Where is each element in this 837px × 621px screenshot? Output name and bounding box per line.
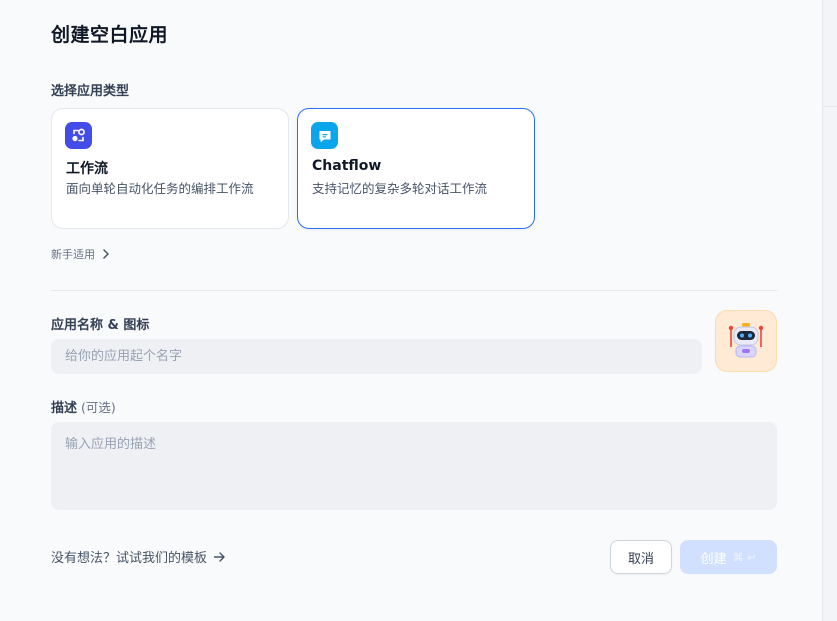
chat-bubble-icon xyxy=(311,122,338,149)
background-panel-edge xyxy=(822,0,837,621)
description-label: 描述 (可选) xyxy=(51,397,116,416)
app-type-card-chatflow[interactable]: Chatflow 支持记忆的复杂多轮对话工作流 xyxy=(297,108,535,229)
app-type-label: 选择应用类型 xyxy=(51,84,130,99)
chevron-right-icon xyxy=(103,249,109,259)
create-button-label: 创建 xyxy=(700,551,727,567)
app-type-title: 工作流 xyxy=(66,161,108,177)
arrow-right-icon xyxy=(213,551,225,562)
app-icon-picker[interactable] xyxy=(715,310,777,372)
beginner-toggle[interactable]: 新手适用 xyxy=(51,246,111,262)
template-link[interactable]: 没有想法？试试我们的模板 xyxy=(51,547,226,566)
app-name-label: 应用名称 & 图标 xyxy=(51,318,150,333)
beginner-label: 新手适用 xyxy=(51,248,95,261)
dialog-title: 创建空白应用 xyxy=(51,24,169,46)
description-input[interactable] xyxy=(51,422,777,510)
description-label-text: 描述 xyxy=(51,401,78,416)
app-type-card-workflow[interactable]: 工作流 面向单轮自动化任务的编排工作流 xyxy=(51,108,289,229)
keyboard-shortcut-hint: ⌘ ↵ xyxy=(732,550,757,564)
app-name-input[interactable] xyxy=(51,339,702,374)
template-link-label: 没有想法？试试我们的模板 xyxy=(51,551,208,566)
optional-hint: (可选) xyxy=(81,400,116,415)
app-type-description: 支持记忆的复杂多轮对话工作流 xyxy=(312,181,488,196)
app-type-title: Chatflow xyxy=(312,158,382,174)
robot-icon xyxy=(728,323,764,358)
app-type-description: 面向单轮自动化任务的编排工作流 xyxy=(66,181,254,196)
create-button[interactable]: 创建 ⌘ ↵ xyxy=(680,540,777,574)
section-divider xyxy=(51,290,777,291)
cancel-button[interactable]: 取消 xyxy=(610,540,672,574)
workflow-icon xyxy=(65,122,92,149)
